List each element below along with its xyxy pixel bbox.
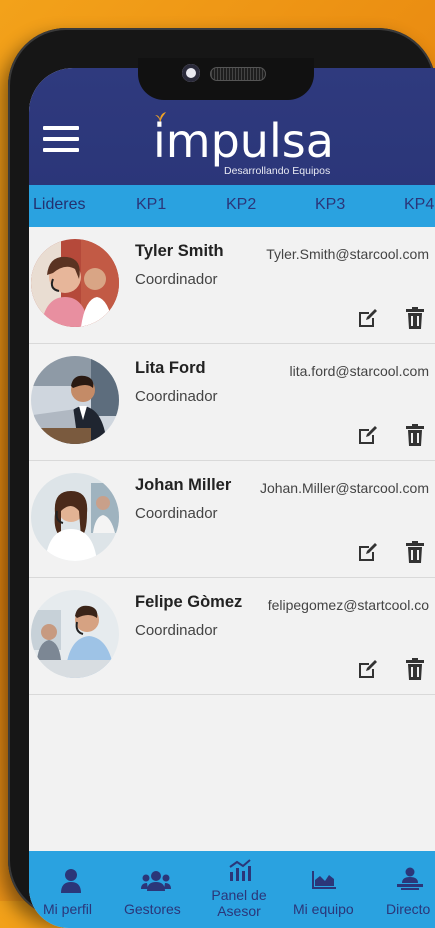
nav-label: Mi equipo bbox=[293, 901, 354, 917]
edit-icon[interactable] bbox=[357, 658, 379, 680]
avatar bbox=[31, 356, 119, 444]
trash-icon[interactable] bbox=[406, 424, 424, 446]
users-icon bbox=[141, 871, 171, 891]
trash-icon[interactable] bbox=[406, 658, 424, 680]
edit-icon[interactable] bbox=[357, 424, 379, 446]
contact-name: Lita Ford bbox=[135, 359, 206, 377]
list-item[interactable]: Lita Ford lita.ford@starcool.com Coordin… bbox=[29, 344, 435, 461]
nav-label: Directo bbox=[386, 901, 431, 917]
nav-mi-equipo[interactable]: Mi equipo bbox=[281, 851, 365, 928]
impulsa-logo: impulsa Desarrollando Equipos bbox=[151, 108, 351, 178]
tab-lideres[interactable]: Lideres bbox=[33, 196, 85, 214]
avatar bbox=[31, 590, 119, 678]
contact-name: Johan Miller bbox=[135, 476, 232, 494]
contact-email[interactable]: felipegomez@startcool.co bbox=[268, 597, 429, 613]
list-item[interactable]: Felipe Gòmez felipegomez@startcool.co Co… bbox=[29, 578, 435, 695]
app-screen: impulsa Desarrollando Equipos Lideres KP… bbox=[29, 68, 435, 928]
contact-email[interactable]: lita.ford@starcool.com bbox=[290, 363, 429, 379]
avatar bbox=[31, 239, 119, 327]
nav-label: Gestores bbox=[124, 901, 181, 917]
contact-email[interactable]: Tyler.Smith@starcool.com bbox=[266, 246, 429, 262]
contact-role: Coordinador bbox=[135, 622, 218, 639]
nav-label: Mi perfil bbox=[43, 901, 93, 917]
chart-bars-icon bbox=[229, 859, 251, 881]
nav-panel-asesor[interactable]: Panel de Asesor bbox=[197, 851, 281, 928]
contact-name: Tyler Smith bbox=[135, 242, 224, 260]
edit-icon[interactable] bbox=[357, 307, 379, 329]
user-icon bbox=[61, 869, 81, 893]
tab-bar: Lideres KP1 KP2 KP3 KP4 bbox=[29, 185, 435, 227]
nav-gestores[interactable]: Gestores bbox=[113, 851, 197, 928]
contact-email[interactable]: Johan.Miller@starcool.com bbox=[260, 480, 429, 496]
edit-icon[interactable] bbox=[357, 541, 379, 563]
hamburger-menu-icon[interactable] bbox=[43, 126, 79, 152]
contact-role: Coordinador bbox=[135, 505, 218, 522]
phone-frame: impulsa Desarrollando Equipos Lideres KP… bbox=[8, 28, 435, 928]
tab-kp1[interactable]: KP1 bbox=[136, 196, 166, 214]
nav-label: Panel de Asesor bbox=[211, 887, 267, 919]
contact-role: Coordinador bbox=[135, 388, 218, 405]
speaker-grille bbox=[210, 67, 266, 81]
trash-icon[interactable] bbox=[406, 541, 424, 563]
list-item[interactable]: Tyler Smith Tyler.Smith@starcool.com Coo… bbox=[29, 227, 435, 344]
logo-subtitle: Desarrollando Equipos bbox=[224, 165, 331, 177]
area-chart-icon bbox=[312, 871, 336, 889]
camera-icon bbox=[182, 64, 200, 82]
leaders-list: Tyler Smith Tyler.Smith@starcool.com Coo… bbox=[29, 227, 435, 695]
tab-kp4[interactable]: KP4 bbox=[404, 196, 434, 214]
nav-mi-perfil[interactable]: Mi perfil bbox=[29, 851, 113, 928]
phone-notch bbox=[138, 58, 314, 100]
tab-kp2[interactable]: KP2 bbox=[226, 196, 256, 214]
list-item[interactable]: Johan Miller Johan.Miller@starcool.com C… bbox=[29, 461, 435, 578]
trash-icon[interactable] bbox=[406, 307, 424, 329]
tab-kp3[interactable]: KP3 bbox=[315, 196, 345, 214]
logo-wordmark: impulsa bbox=[153, 114, 334, 168]
contact-role: Coordinador bbox=[135, 271, 218, 288]
contact-name: Felipe Gòmez bbox=[135, 593, 243, 611]
laptop-user-icon bbox=[397, 867, 423, 890]
bottom-navigation: Mi perfil Gestores Panel de Asesor Mi eq… bbox=[29, 851, 435, 928]
nav-directo[interactable]: Directo bbox=[365, 851, 435, 928]
avatar bbox=[31, 473, 119, 561]
